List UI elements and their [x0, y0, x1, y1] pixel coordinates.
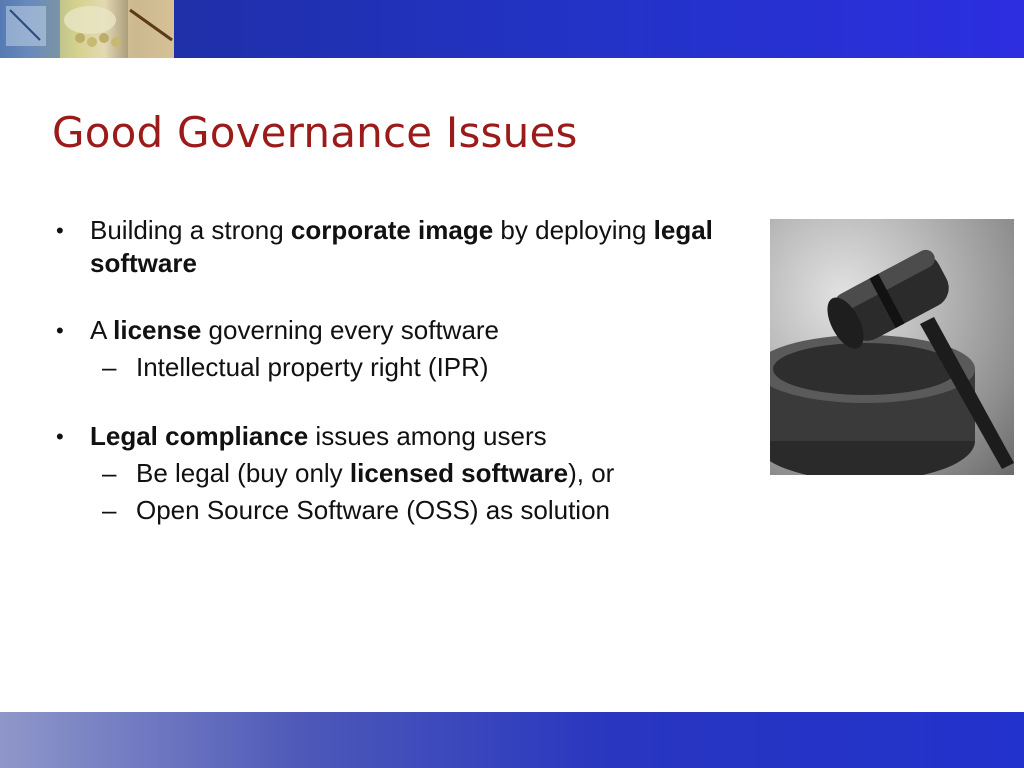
bullet-legal-compliance: • Legal compliance issues among users [56, 421, 547, 451]
bullet-marker: • [56, 218, 64, 243]
dash-marker: – [102, 352, 117, 382]
slide-title: Good Governance Issues [52, 108, 578, 157]
bottom-banner [0, 712, 1024, 768]
bullet-marker: • [56, 424, 64, 449]
sub-bullet-be-legal: – Be legal (buy only licensed software),… [102, 458, 615, 488]
bullet-license: • A license governing every software [56, 315, 500, 345]
dash-marker: – [102, 458, 117, 488]
dash-marker: – [102, 495, 117, 525]
bold-licensed-software: licensed software [349, 458, 569, 488]
header-photo [0, 0, 174, 58]
gavel-icon [770, 249, 1014, 475]
bold-license: license [113, 315, 202, 345]
bullet-list: • Building a strong corporate image by d… [52, 214, 752, 527]
bold-corporate-image: corporate image [290, 215, 494, 245]
bold-legal-compliance: Legal compliance [90, 421, 309, 451]
sub-bullet-ipr: – Intellectual property right (IPR) [102, 352, 489, 382]
bullet-corporate-image: • Building a strong corporate image by d… [56, 215, 713, 278]
sub-bullet-oss: – Open Source Software (OSS) as solution [102, 495, 611, 525]
bullet-marker: • [56, 318, 64, 343]
gavel-image [770, 219, 1014, 475]
